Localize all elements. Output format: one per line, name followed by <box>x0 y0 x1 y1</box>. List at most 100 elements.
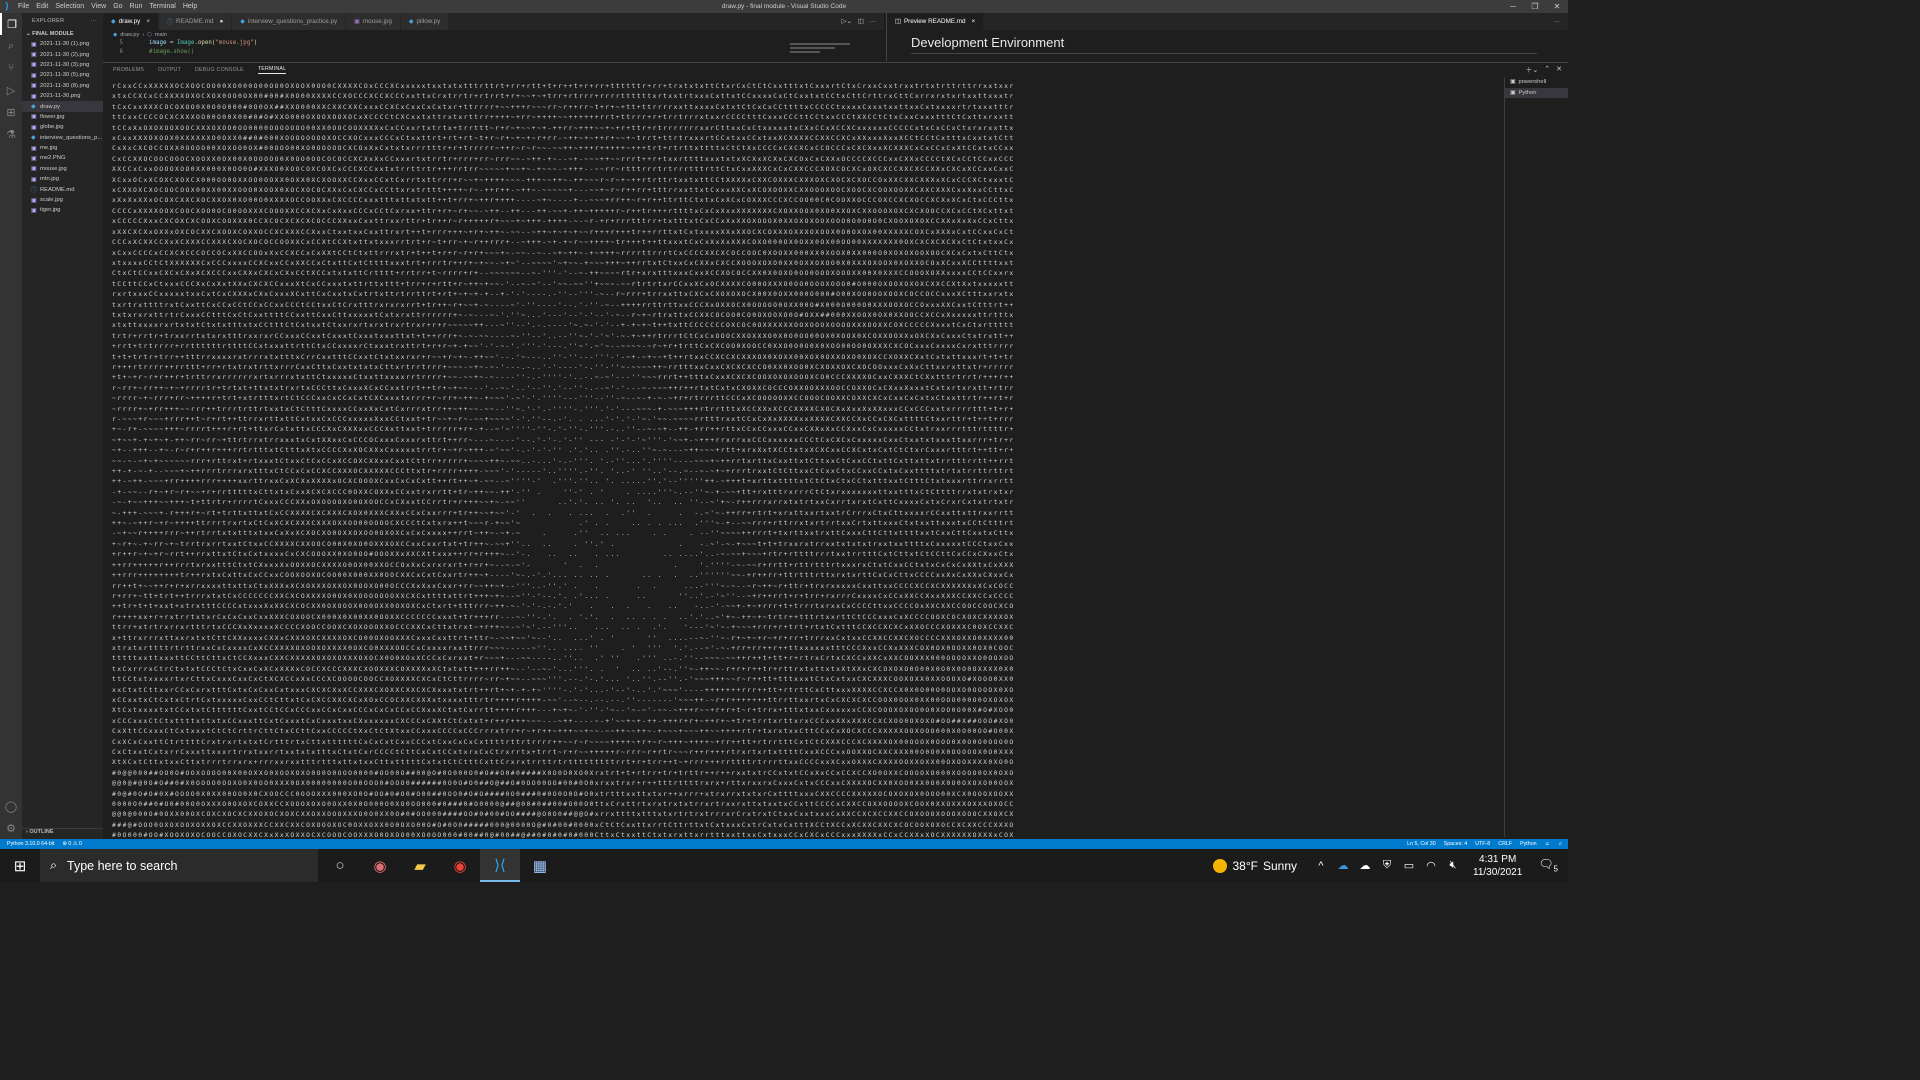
code-editor[interactable]: 5 image = Image.open("mouse.jpg") 6 #image… <box>103 39 884 56</box>
file-item[interactable]: ▣ me.jpg <box>22 143 103 153</box>
extensions-icon[interactable]: ⊞ <box>0 101 22 123</box>
folder-root[interactable]: ⌄ FINAL MODULE <box>22 29 103 39</box>
image-file-icon: ▣ <box>31 83 37 90</box>
calculator-icon[interactable]: ▦ <box>520 849 560 882</box>
tab-preview-readme[interactable]: ◫ Preview README.md × <box>887 13 984 30</box>
new-terminal-icon[interactable]: ＋⌄ <box>1525 65 1538 75</box>
menu-file[interactable]: File <box>18 3 29 10</box>
account-icon[interactable]: ◯ <box>0 795 22 817</box>
terminal-output[interactable]: rCxxCCxXXXXXOCXOOCOO00XO000O00OO0OXOOX0O… <box>112 81 1292 838</box>
more-actions-icon[interactable]: ··· <box>91 18 97 24</box>
menu-selection[interactable]: Selection <box>55 3 84 10</box>
file-item[interactable]: ▣ flower.jpg <box>22 112 103 122</box>
file-item[interactable]: ▣ mouse.jpg <box>22 164 103 174</box>
interpreter-status[interactable]: Python 3.10.0 64-bit <box>7 841 54 847</box>
terminal-icon: ▣ <box>1510 79 1516 86</box>
feedback-icon[interactable]: ☺ <box>1545 841 1550 847</box>
tab-terminal[interactable]: TERMINAL <box>257 66 287 74</box>
file-item[interactable]: ▣ me2.PNG <box>22 153 103 163</box>
battery-icon[interactable]: ▭ <box>1401 859 1417 872</box>
eol-status[interactable]: CRLF <box>1498 841 1512 847</box>
tab-pillow-py[interactable]: ◆ pillow.py <box>400 13 450 30</box>
more-actions-icon[interactable]: ··· <box>870 18 876 25</box>
app-icon[interactable]: ◉ <box>360 849 400 882</box>
onedrive-icon[interactable]: ☁ <box>1335 859 1351 872</box>
volume-muted-icon[interactable]: 🔇︎ <box>1445 859 1461 872</box>
file-item[interactable]: ▣ 2021-11-30.png <box>22 91 103 101</box>
cloud-icon[interactable]: ☁ <box>1357 859 1373 872</box>
run-icon[interactable]: ▷⌄ <box>842 18 852 25</box>
clock[interactable]: 4:31 PM 11/30/2021 <box>1473 853 1522 879</box>
terminal-icon: ▣ <box>1510 89 1516 96</box>
file-item[interactable]: ⓘ README.md <box>22 184 103 195</box>
source-control-icon[interactable]: ⑂ <box>0 57 22 79</box>
tab-label: README.md <box>176 18 214 25</box>
weather-widget[interactable]: 38°F Sunny <box>1213 858 1297 873</box>
file-item[interactable]: ▣ mtn.jpg <box>22 174 103 184</box>
minimap[interactable] <box>790 41 880 59</box>
breadcrumb-file[interactable]: draw.py <box>120 32 139 38</box>
more-actions-icon[interactable]: ··· <box>1554 18 1560 25</box>
menu-view[interactable]: View <box>91 3 106 10</box>
file-item[interactable]: ▣ scale.jpg <box>22 195 103 205</box>
file-item[interactable]: ▣ tiger.jpg <box>22 205 103 215</box>
manage-gear-icon[interactable]: ⚙ <box>0 817 22 839</box>
close-panel-icon[interactable]: ✕ <box>1556 65 1562 75</box>
file-explorer-icon[interactable]: ▰ <box>400 849 440 882</box>
menu-go[interactable]: Go <box>113 3 122 10</box>
outline-section[interactable]: › OUTLINE <box>22 828 103 837</box>
terminal-item-python[interactable]: ▣ Python <box>1505 87 1568 98</box>
search-icon[interactable]: ⌕ <box>0 35 22 57</box>
cortana-icon[interactable]: ○ <box>320 849 360 882</box>
minimize-icon[interactable]: ─ <box>1502 0 1524 13</box>
tab-debug-console[interactable]: DEBUG CONSOLE <box>195 67 244 73</box>
file-item[interactable]: ▣ 2021-11-30 (3).png <box>22 60 103 70</box>
taskbar-search[interactable]: ⌕ Type here to search <box>40 849 318 882</box>
chrome-icon[interactable]: ◉ <box>440 849 480 882</box>
security-icon[interactable]: ⛨ <box>1379 859 1395 872</box>
file-item[interactable]: ▣ 2021-11-30 (1).png <box>22 39 103 49</box>
maximize-panel-icon[interactable]: ⌃ <box>1544 65 1550 75</box>
wifi-icon[interactable]: ◠ <box>1423 859 1439 872</box>
tab-output[interactable]: OUTPUT <box>158 67 181 73</box>
language-mode[interactable]: Python <box>1520 841 1537 847</box>
menu-help[interactable]: Help <box>183 3 197 10</box>
explorer-icon[interactable]: ❐ <box>0 13 22 35</box>
tab-problems[interactable]: PROBLEMS <box>113 67 144 73</box>
run-debug-icon[interactable]: ▷ <box>0 79 22 101</box>
windows-start-icon[interactable]: ⊞ <box>0 849 40 882</box>
tab-mouse-jpg[interactable]: ▣ mouse.jpg <box>346 13 401 30</box>
testing-icon[interactable]: ⚗ <box>0 123 22 145</box>
close-tab-icon[interactable]: × <box>972 18 976 25</box>
menu-run[interactable]: Run <box>130 3 143 10</box>
close-tab-icon[interactable]: × <box>146 18 150 25</box>
terminal-item-powershell[interactable]: ▣ powershell <box>1505 77 1568 88</box>
notifications-bell-icon[interactable]: ♫ <box>1558 841 1562 847</box>
indentation-status[interactable]: Spaces: 4 <box>1444 841 1468 847</box>
split-editor-icon[interactable]: ◫ <box>858 18 864 25</box>
problems-status[interactable]: ⊗ 0 ⚠ 0 <box>62 841 82 847</box>
file-item[interactable]: ▣ 2021-11-30 (2).png <box>22 49 103 59</box>
code-token: image <box>149 40 167 46</box>
bottom-panel: PROBLEMS OUTPUT DEBUG CONSOLE TERMINAL ＋… <box>103 62 1568 839</box>
file-item[interactable]: ▣ 2021-11-30 (5).png <box>22 70 103 80</box>
close-icon[interactable]: ✕ <box>1546 0 1568 13</box>
file-label: mouse.jpg <box>40 165 67 172</box>
breadcrumb-symbol[interactable]: main <box>155 32 167 38</box>
file-item[interactable]: ▣ 2021-11-30 (8).png <box>22 81 103 91</box>
tab-draw-py[interactable]: ◆ draw.py × <box>103 13 160 30</box>
file-item[interactable]: ◆ interview_questions_p... <box>22 133 103 143</box>
cursor-position[interactable]: Ln 5, Col 30 <box>1407 841 1436 847</box>
file-item-selected[interactable]: ◆ draw.py <box>22 101 103 112</box>
notification-center-icon[interactable]: 🗨︎5 <box>1538 857 1558 873</box>
menu-edit[interactable]: Edit <box>36 3 48 10</box>
vscode-icon[interactable]: ⟩⟨ <box>480 849 520 882</box>
unsaved-dot-icon[interactable]: ● <box>219 18 223 25</box>
file-item[interactable]: ▣ globe.jpg <box>22 122 103 132</box>
chevron-up-icon[interactable]: ^ <box>1313 860 1329 872</box>
menu-terminal[interactable]: Terminal <box>149 3 175 10</box>
tab-interview-questions[interactable]: ◆ interview_questions_practice.py <box>232 13 347 30</box>
encoding-status[interactable]: UTF-8 <box>1475 841 1490 847</box>
tab-readme[interactable]: ⓘ README.md ● <box>159 13 233 30</box>
restore-icon[interactable]: ❐ <box>1524 0 1546 13</box>
